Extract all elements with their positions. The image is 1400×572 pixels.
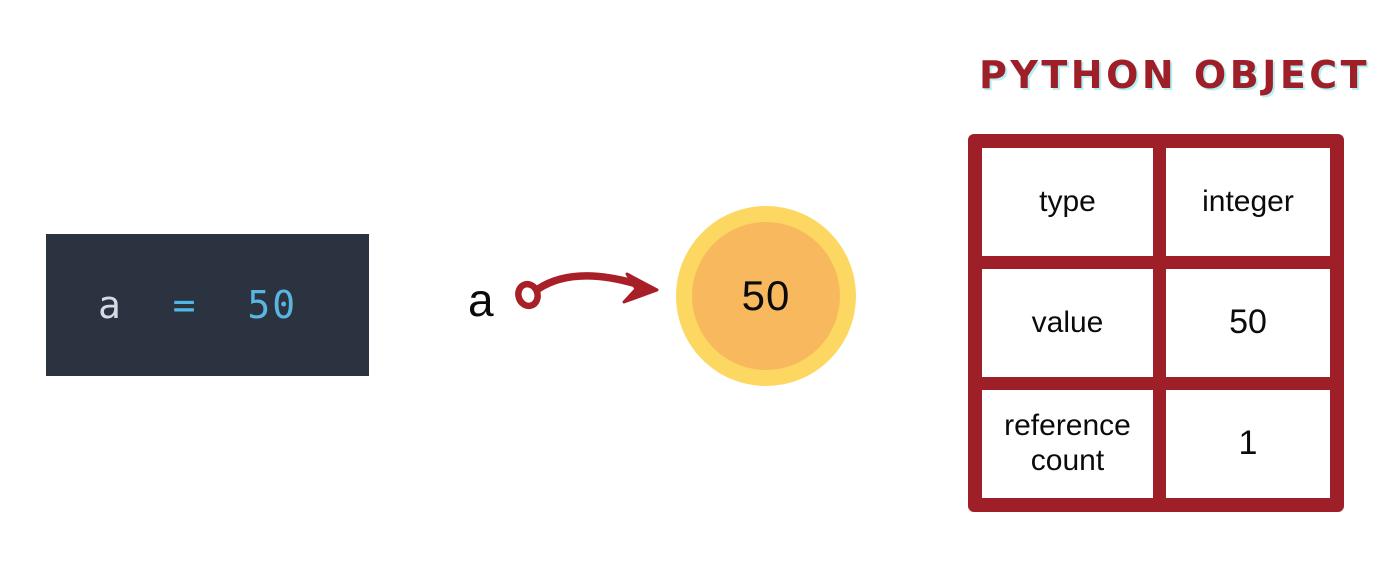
table-cell-value-text: 1	[1238, 424, 1258, 463]
reference-arrow-icon	[515, 272, 659, 310]
value-bubble-text: 50	[741, 272, 791, 319]
code-token-variable: a	[98, 283, 123, 327]
table-cell-value-text: integer	[1202, 184, 1294, 218]
table-cell-value: 1	[1166, 390, 1330, 498]
table-cell-key: type	[982, 148, 1153, 256]
value-bubble: 50	[676, 206, 856, 386]
value-bubble-inner: 50	[692, 222, 840, 370]
variable-label: a	[468, 274, 494, 326]
python-object-table: type integer value 50 reference count 1	[968, 134, 1344, 512]
table-cell-key: value	[982, 269, 1153, 377]
table-row: value 50	[982, 269, 1330, 377]
arrow-head-icon	[622, 272, 659, 304]
table-cell-key-text: reference count	[1004, 409, 1131, 477]
table-cell-key: reference count	[982, 390, 1153, 498]
table-row: type integer	[982, 148, 1330, 256]
table-cell-value: integer	[1166, 148, 1330, 256]
table-cell-key-text: type	[1039, 184, 1096, 218]
table-cell-value-text: 50	[1229, 303, 1267, 342]
diagram-canvas: a = 50 a 50 PYTHON OBJECT type integer v…	[0, 0, 1400, 572]
code-line: a = 50	[98, 286, 297, 324]
code-token-number-spacer	[198, 283, 248, 327]
table-row: reference count 1	[982, 390, 1330, 498]
code-block: a = 50	[46, 234, 369, 376]
code-token-number: 50	[247, 283, 298, 327]
table-cell-value: 50	[1166, 269, 1330, 377]
panel-title: PYTHON OBJECT	[979, 53, 1371, 97]
code-token-operator: =	[172, 283, 198, 327]
table-cell-key-text: value	[1031, 305, 1104, 339]
code-token-operator-spacer	[123, 283, 173, 327]
